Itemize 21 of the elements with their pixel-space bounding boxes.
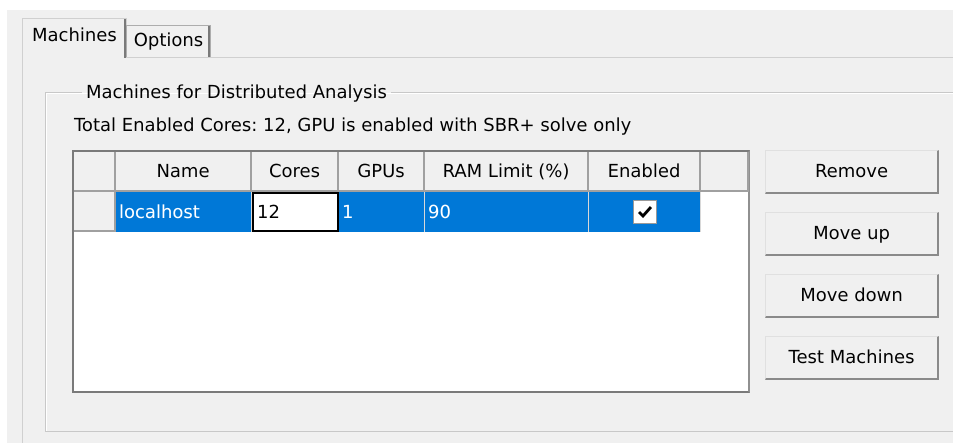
table-cell: 90: [425, 192, 589, 232]
column-header[interactable]: Cores: [252, 152, 339, 192]
checkbox[interactable]: [632, 200, 656, 224]
summary-text: Total Enabled Cores: 12, GPU is enabled with SBR+ solve only: [74, 115, 632, 136]
column-header[interactable]: Enabled: [589, 152, 701, 192]
action-button[interactable]: Move up: [765, 212, 939, 256]
column-header-blank: [701, 152, 749, 192]
column-header[interactable]: Name: [116, 152, 252, 192]
table-cell: 1: [339, 192, 425, 232]
tab[interactable]: Options: [126, 25, 212, 57]
table-cell: localhost: [116, 192, 252, 232]
action-button[interactable]: Remove: [765, 150, 939, 194]
tab[interactable]: Machines: [22, 18, 127, 58]
header-corner: [74, 152, 116, 192]
cell-input-field[interactable]: 12: [252, 192, 339, 232]
column-header[interactable]: RAM Limit (%): [425, 152, 589, 192]
action-button[interactable]: Move down: [765, 274, 939, 318]
action-button[interactable]: Test Machines: [765, 336, 939, 380]
group-title: Machines for Distributed Analysis: [85, 82, 388, 103]
column-header[interactable]: GPUs: [339, 152, 425, 192]
check-icon: [636, 205, 652, 219]
